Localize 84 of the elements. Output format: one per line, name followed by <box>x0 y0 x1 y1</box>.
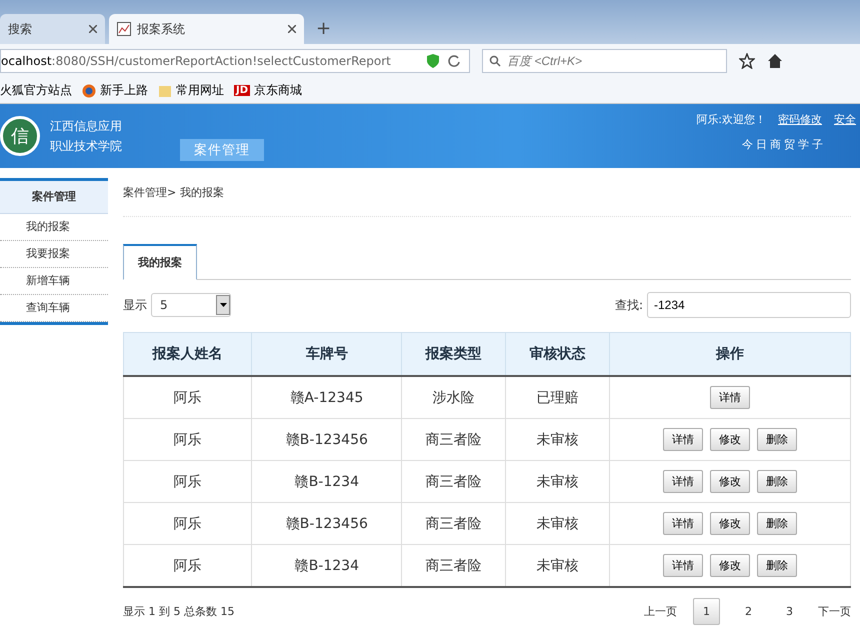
star-icon[interactable] <box>739 53 755 69</box>
tab-title: 搜索 <box>8 20 33 38</box>
table-cell: 未审核 <box>506 460 610 502</box>
page-button[interactable]: 2 <box>736 599 761 624</box>
table-cell: 赣B-123456 <box>252 418 402 460</box>
action-button[interactable]: 删除 <box>756 428 797 451</box>
table-cell: 商三者险 <box>402 502 506 544</box>
action-button[interactable]: 详情 <box>710 386 750 409</box>
bookmark[interactable]: JD 京东商城 <box>234 82 302 99</box>
reload-icon[interactable] <box>447 54 461 68</box>
search-label: 查找: <box>614 296 643 314</box>
breadcrumb-item[interactable]: 案件管理> <box>123 184 176 200</box>
action-button[interactable]: 详情 <box>662 428 703 451</box>
table-cell: 阿乐 <box>124 376 252 418</box>
breadcrumb-item[interactable]: 我的报案 <box>180 184 224 200</box>
page-size-select[interactable]: 5 <box>151 293 231 317</box>
table-cell: 阿乐 <box>124 502 252 544</box>
column-header: 报案人姓名 <box>124 332 252 376</box>
column-header: 车牌号 <box>252 332 402 376</box>
page-size-label: 显示 <box>123 296 147 314</box>
action-button[interactable]: 修改 <box>710 470 750 493</box>
table-cell: 商三者险 <box>402 460 506 502</box>
tab-title: 报案系统 <box>137 20 186 38</box>
badge-icon: JD <box>234 85 250 96</box>
next-page-link[interactable]: 下一页 <box>818 604 851 619</box>
action-button[interactable]: 删除 <box>756 470 797 493</box>
table-cell: 未审核 <box>506 502 610 544</box>
search-field[interactable]: 百度 <Ctrl+K> <box>482 49 727 73</box>
close-icon[interactable] <box>89 25 97 33</box>
table-cell: 阿乐 <box>124 460 252 502</box>
bookmark[interactable]: 新手上路 <box>82 82 148 99</box>
chart-icon <box>117 22 131 36</box>
address-bar[interactable]: ocalhost:8080/SSH/customerReportAction!selectCustomerReport <box>0 49 470 73</box>
page-button[interactable]: 3 <box>777 599 802 624</box>
action-button[interactable]: 详情 <box>662 512 703 535</box>
sidebar-item[interactable]: 新增车辆 <box>0 268 108 295</box>
action-button[interactable]: 详情 <box>662 554 703 577</box>
welcome-text: 阿乐:欢迎您！ <box>696 112 766 127</box>
table-cell: 赣A-12345 <box>252 376 402 418</box>
table-cell: 阿乐 <box>124 418 252 460</box>
table-cell: 未审核 <box>506 418 610 460</box>
browser-tab[interactable]: 搜索 <box>0 14 105 44</box>
content-tab[interactable]: 我的报案 <box>123 244 197 280</box>
search-input[interactable]: -1234 <box>647 292 851 318</box>
school-name: 职业技术学院 <box>50 138 122 155</box>
new-tab-button[interactable]: + <box>308 18 340 44</box>
table-cell: 赣B-123456 <box>252 502 402 544</box>
sidebar-title: 案件管理 <box>0 181 108 214</box>
school-logo: 信 <box>0 116 40 156</box>
prev-page-link[interactable]: 上一页 <box>644 604 677 619</box>
column-header: 报案类型 <box>402 332 506 376</box>
globe-icon <box>82 84 96 98</box>
header-link[interactable]: 密码修改 <box>778 112 822 127</box>
header-link[interactable]: 安全 <box>834 112 856 127</box>
sidebar-item[interactable]: 我的报案 <box>0 214 108 241</box>
school-name: 江西信息应用 <box>50 118 122 135</box>
summary-text: 显示 1 到 5 总条数 15 <box>123 604 234 619</box>
action-button[interactable]: 删除 <box>756 512 797 535</box>
sidebar-item[interactable]: 查询车辆 <box>0 295 108 322</box>
browser-tab[interactable]: 报案系统 <box>109 14 304 44</box>
bookmark[interactable]: 常用网址 <box>158 82 224 99</box>
column-header: 操作 <box>609 332 850 376</box>
action-button[interactable]: 修改 <box>710 554 750 577</box>
table-cell: 未审核 <box>506 544 610 587</box>
table-cell: 涉水险 <box>402 376 506 418</box>
shield-icon <box>427 54 439 68</box>
sidebar-item[interactable]: 我要报案 <box>0 241 108 268</box>
home-icon[interactable] <box>767 53 783 69</box>
close-icon[interactable] <box>288 25 296 33</box>
slogan-text: 今日商贸学子 <box>741 137 826 152</box>
table-cell: 商三者险 <box>402 544 506 587</box>
column-header: 审核状态 <box>506 332 610 376</box>
bookmark[interactable]: 火狐官方站点 <box>0 82 72 99</box>
action-button[interactable]: 修改 <box>710 428 750 451</box>
action-button[interactable]: 修改 <box>710 512 750 535</box>
table-cell: 赣B-1234 <box>252 460 402 502</box>
table-cell: 赣B-1234 <box>252 544 402 587</box>
table-cell: 商三者险 <box>402 418 506 460</box>
page-button[interactable]: 1 <box>693 598 720 625</box>
caret-icon <box>220 303 226 307</box>
action-button[interactable]: 详情 <box>662 470 703 493</box>
table-cell: 已理赔 <box>506 376 610 418</box>
action-button[interactable]: 删除 <box>756 554 797 577</box>
table-cell: 阿乐 <box>124 544 252 587</box>
